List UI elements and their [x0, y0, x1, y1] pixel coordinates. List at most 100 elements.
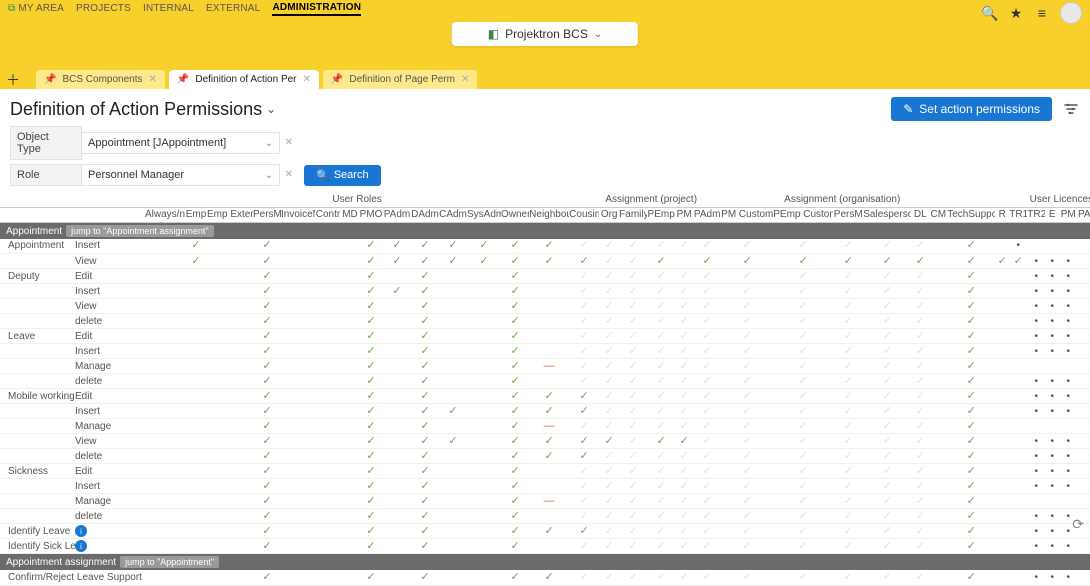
perm-cell[interactable]: [207, 570, 253, 585]
column-header[interactable]: SysAdm: [467, 207, 501, 222]
perm-cell[interactable]: ✓: [599, 404, 619, 419]
perm-cell[interactable]: [383, 464, 411, 479]
perm-cell[interactable]: ✓: [773, 404, 833, 419]
perm-cell[interactable]: [1009, 419, 1027, 434]
nav-item-administration[interactable]: ADMINISTRATION: [272, 2, 361, 16]
perm-cell[interactable]: ✓: [383, 239, 411, 254]
perm-cell[interactable]: [281, 344, 315, 359]
perm-cell[interactable]: ✓: [359, 344, 383, 359]
perm-cell[interactable]: ✓: [569, 539, 599, 554]
perm-cell[interactable]: [145, 374, 185, 389]
perm-cell[interactable]: ✓: [599, 269, 619, 284]
column-header[interactable]: PMO: [359, 207, 383, 222]
perm-cell[interactable]: ✓: [501, 449, 529, 464]
clear-icon[interactable]: ✕: [285, 169, 293, 180]
perm-cell[interactable]: ✓: [947, 570, 995, 585]
perm-cell[interactable]: [315, 464, 341, 479]
perm-cell[interactable]: •: [1045, 434, 1059, 449]
perm-cell[interactable]: ✓: [947, 299, 995, 314]
perm-cell[interactable]: [185, 464, 207, 479]
perm-cell[interactable]: ✓: [619, 239, 647, 254]
perm-cell[interactable]: [383, 299, 411, 314]
perm-cell[interactable]: •: [1059, 570, 1077, 585]
perm-cell[interactable]: ✓: [501, 434, 529, 449]
perm-cell[interactable]: ✓: [501, 389, 529, 404]
perm-cell[interactable]: —: [529, 359, 569, 374]
perm-cell[interactable]: ✓: [773, 299, 833, 314]
perm-cell[interactable]: ✓: [773, 344, 833, 359]
perm-cell[interactable]: ✓: [721, 509, 773, 524]
column-header[interactable]: Family: [619, 207, 647, 222]
column-header[interactable]: PAdm: [693, 207, 721, 222]
perm-cell[interactable]: ✓: [693, 389, 721, 404]
perm-cell[interactable]: ✓: [411, 359, 439, 374]
perm-cell[interactable]: [281, 314, 315, 329]
perm-cell[interactable]: ✓: [411, 479, 439, 494]
perm-cell[interactable]: [281, 269, 315, 284]
perm-cell[interactable]: ✓: [911, 434, 929, 449]
perm-cell[interactable]: ✓: [647, 344, 675, 359]
perm-cell[interactable]: [145, 570, 185, 585]
perm-cell[interactable]: [995, 464, 1009, 479]
perm-cell[interactable]: [1027, 494, 1045, 509]
perm-cell[interactable]: [185, 434, 207, 449]
perm-cell[interactable]: ✓: [439, 239, 467, 254]
perm-cell[interactable]: ✓: [411, 344, 439, 359]
perm-cell[interactable]: [207, 284, 253, 299]
perm-cell[interactable]: ✓: [773, 479, 833, 494]
perm-cell[interactable]: ✓: [647, 329, 675, 344]
perm-cell[interactable]: [1027, 419, 1045, 434]
perm-cell[interactable]: [929, 434, 947, 449]
perm-cell[interactable]: ✓: [501, 344, 529, 359]
perm-cell[interactable]: [467, 404, 501, 419]
column-header[interactable]: MD: [341, 207, 359, 222]
perm-cell[interactable]: ✓: [359, 524, 383, 539]
perm-cell[interactable]: ✓: [253, 524, 281, 539]
perm-cell[interactable]: [1009, 299, 1027, 314]
perm-cell[interactable]: [467, 389, 501, 404]
perm-cell[interactable]: [341, 284, 359, 299]
perm-cell[interactable]: ✓: [693, 239, 721, 254]
perm-cell[interactable]: ✓: [773, 374, 833, 389]
perm-cell[interactable]: ✓: [675, 509, 693, 524]
perm-cell[interactable]: [185, 479, 207, 494]
column-header[interactable]: Contr: [315, 207, 341, 222]
perm-cell[interactable]: ✓: [833, 254, 863, 269]
perm-cell[interactable]: [315, 284, 341, 299]
perm-cell[interactable]: ✓: [411, 314, 439, 329]
perm-cell[interactable]: [1009, 269, 1027, 284]
perm-cell[interactable]: ✓: [911, 374, 929, 389]
perm-cell[interactable]: ✓: [619, 494, 647, 509]
perm-cell[interactable]: ✓: [947, 509, 995, 524]
perm-cell[interactable]: ✓: [599, 509, 619, 524]
perm-cell[interactable]: ✓: [833, 314, 863, 329]
perm-cell[interactable]: ✓: [773, 329, 833, 344]
perm-cell[interactable]: [383, 479, 411, 494]
perm-cell[interactable]: ✓: [947, 539, 995, 554]
perm-cell[interactable]: ✓: [411, 434, 439, 449]
perm-cell[interactable]: •: [1045, 344, 1059, 359]
perm-cell[interactable]: ✓: [569, 344, 599, 359]
perm-cell[interactable]: [315, 374, 341, 389]
perm-cell[interactable]: ✓: [773, 314, 833, 329]
perm-cell[interactable]: [1009, 570, 1027, 585]
perm-cell[interactable]: [383, 494, 411, 509]
perm-cell[interactable]: [1077, 359, 1090, 374]
perm-cell[interactable]: ✓: [411, 449, 439, 464]
nav-item-external[interactable]: EXTERNAL: [206, 3, 260, 14]
perm-cell[interactable]: [207, 389, 253, 404]
refresh-icon[interactable]: ⟳: [1072, 516, 1084, 533]
perm-cell[interactable]: [145, 344, 185, 359]
perm-cell[interactable]: ✓: [947, 374, 995, 389]
perm-cell[interactable]: ✓: [947, 419, 995, 434]
perm-cell[interactable]: [929, 269, 947, 284]
perm-cell[interactable]: ✓: [947, 389, 995, 404]
set-action-permissions-button[interactable]: ✎ Set action permissions: [891, 97, 1052, 121]
perm-cell[interactable]: ✓: [647, 434, 675, 449]
perm-cell[interactable]: ✓: [833, 539, 863, 554]
perm-cell[interactable]: [1009, 449, 1027, 464]
perm-cell[interactable]: ✓: [619, 254, 647, 269]
perm-cell[interactable]: ✓: [995, 254, 1009, 269]
column-header[interactable]: PEmp Customer: [773, 207, 833, 222]
column-header[interactable]: PEmp: [647, 207, 675, 222]
